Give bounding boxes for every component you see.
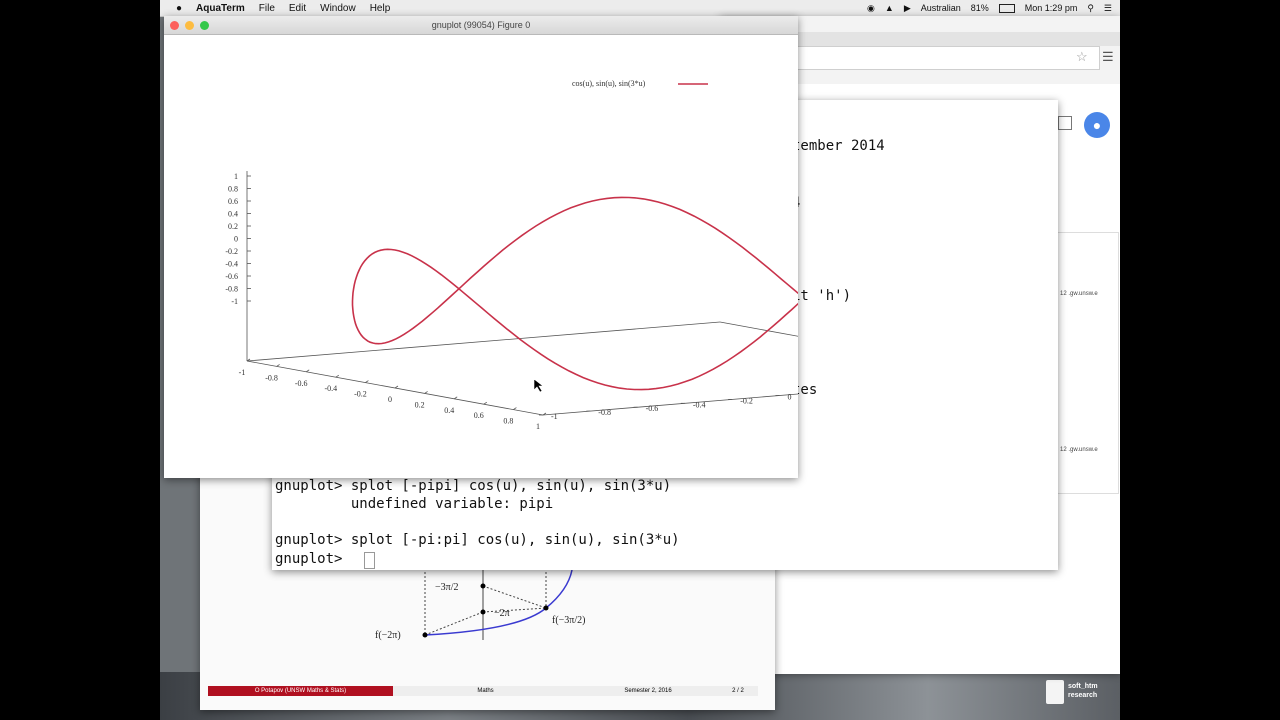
plot-canvas: 1 0.8 0.6 0.4 0.2 0 -0.2 -0.4 -0.6 -0.8 -1 -1 -0.8 -0… [225,79,798,431]
slide-label-4: f(−2π) [375,630,401,641]
back-edge-line [246,321,721,362]
wifi-icon[interactable]: ▲ [885,3,894,13]
x-tick-label: -0.8 [265,373,278,382]
gnuplot-figure-window[interactable]: gnuplot (99054) Figure 0 1 0.8 0.6 0.4 0.2 0 -… [164,16,798,478]
y-tick-label: -0.8 [598,408,611,417]
browser-side-card: 12 .gw.unsw.e 12 .gw.unsw.e [1055,232,1119,494]
footer-title: Maths [477,688,494,694]
x-tick-label: 0.2 [415,400,425,409]
x-tick-label: 1 [536,422,540,431]
x-tick-label: 0.6 [474,411,484,420]
x-tick-label: -0.2 [354,390,367,399]
card-text-1: 12 .gw.unsw.e [1060,291,1098,297]
plot-axes: 1 0.8 0.6 0.4 0.2 0 -0.2 -0.4 -0.6 -0.8 -1 -1 -0.8 -0… [225,171,798,431]
close-button[interactable] [170,21,179,30]
input-source-menu[interactable]: Australian [921,3,961,13]
z-tick-label: 1 [234,172,238,181]
menu-bar: ● AquaTerm File Edit Window Help ◉ ▲ ▶ A… [160,0,1120,17]
z-tick-label: -0.8 [225,285,238,294]
notification-icon[interactable]: ◉ [867,3,875,14]
back-edge-line-2 [719,321,798,337]
z-tick-label: 0 [234,235,238,244]
x-tick-mark [365,380,369,383]
x-tick-mark [453,396,458,400]
y-tick-label: -0.2 [740,396,753,405]
status-area: ◉ ▲ ▶ Australian 81% Mon 1:29 pm ⚲ ☰ [867,0,1112,16]
legend-label: cos(u), sin(u), sin(3*u) [572,79,646,88]
terminal-fragment-3: it 'h') [792,288,852,304]
apple-menu-icon[interactable]: ● [176,3,182,14]
slide-label-3: f(−3π/2) [552,615,585,626]
y-tick-label: -1 [551,412,558,421]
x-tick-mark [276,364,280,367]
menu-clock[interactable]: Mon 1:29 pm [1025,3,1078,13]
slide-label-2: −2π [494,608,510,619]
x-tick-mark [424,391,428,394]
browser-toolbar-button[interactable] [1058,116,1072,130]
x-tick-mark [483,401,488,405]
z-tick-label: 0.4 [228,210,238,219]
x-tick-label: -0.6 [295,379,308,388]
y-tick-label: 0 [788,393,792,402]
z-tick-label: -0.4 [225,260,238,269]
x-tick-label: 0.4 [444,406,454,415]
footer-page: 2 / 2 [732,688,744,694]
spotlight-search-icon[interactable]: ⚲ [1087,3,1094,14]
battery-percent[interactable]: 81% [971,3,989,13]
x-tick-label: 0.8 [503,417,513,426]
terminal-cursor[interactable] [364,552,375,569]
z-tick-label: -1 [231,297,238,306]
volume-icon[interactable]: ▶ [904,3,911,14]
menu-edit[interactable]: Edit [289,3,306,14]
x-tick-label: 0 [388,395,392,404]
z-tick-label: -0.2 [225,247,238,256]
screen: soft_htm research ● AquaTerm File Edit W… [160,0,1120,720]
mouse-pointer [533,378,544,393]
bookmark-star-icon[interactable]: ☆ [1076,49,1088,65]
minimize-button[interactable] [185,21,194,30]
x-tick-mark [335,374,340,378]
x-tick-label: -1 [239,368,246,377]
user-avatar[interactable]: ● [1084,112,1110,138]
footer-term: Semester 2, 2016 [624,688,672,694]
desktop-file-icon[interactable] [1046,680,1064,704]
menu-window[interactable]: Window [320,3,356,14]
x-tick-mark [305,369,310,373]
x-tick-label: -0.4 [324,384,337,393]
terminal-line-3: gnuplot> splot [-pi:pi] cos(u), sin(u), … [275,532,680,548]
terminal-prompt[interactable]: gnuplot> [275,550,351,569]
figure-titlebar[interactable]: gnuplot (99054) Figure 0 [164,16,798,35]
menu-help[interactable]: Help [370,3,391,14]
zoom-button[interactable] [200,21,209,30]
footer-author: O Potapov (UNSW Maths & Stats) [208,686,393,696]
parametric-curve [351,196,798,391]
y-axis-line [542,393,798,416]
desktop-file-label[interactable]: soft_htm research [1068,682,1108,700]
terminal-line-2: undefined variable: pipi [275,496,554,512]
z-tick-label: -0.6 [225,272,238,281]
card-text-2: 12 .gw.unsw.e [1060,447,1098,453]
terminal-fragment-1: tember 2014 [792,138,885,154]
browser-menu-icon[interactable]: ☰ [1102,49,1114,65]
menu-app-name[interactable]: AquaTerm [196,3,245,14]
z-tick-label: 0.2 [228,222,238,231]
x-tick-mark [394,385,399,389]
terminal-line-1: gnuplot> splot [-pipi] cos(u), sin(u), s… [275,478,672,494]
y-tick-label: -0.4 [693,400,706,409]
x-tick-mark [513,407,517,410]
battery-icon[interactable] [998,3,1015,13]
notification-center-icon[interactable]: ☰ [1104,3,1112,14]
figure-title: gnuplot (99054) Figure 0 [431,20,531,30]
z-tick-label: 0.8 [228,185,238,194]
menu-file[interactable]: File [259,3,275,14]
slide-footer: O Potapov (UNSW Maths & Stats) Maths Sem… [208,686,758,696]
screen-border-right [1120,0,1280,720]
y-tick-label: -0.6 [646,404,659,413]
z-tick-label: 0.6 [228,197,238,206]
slide-label-1: −3π/2 [435,582,458,593]
